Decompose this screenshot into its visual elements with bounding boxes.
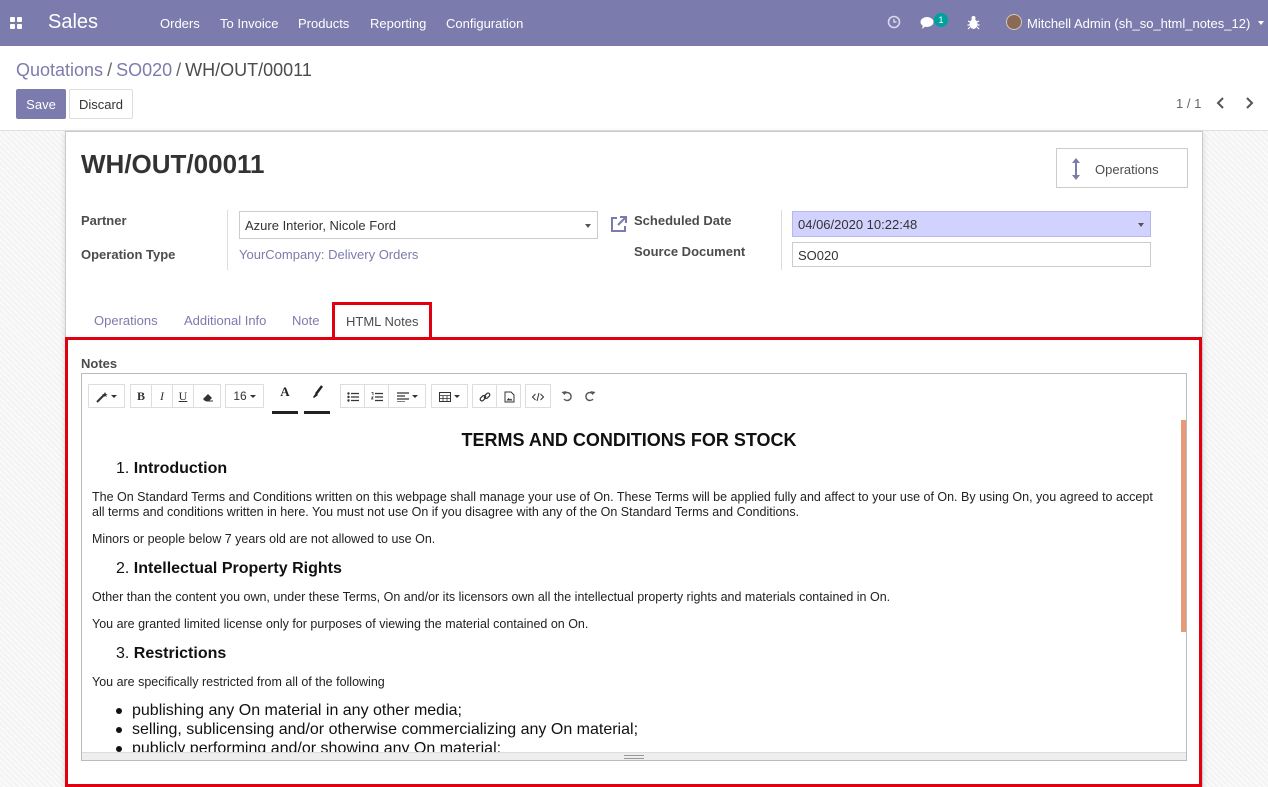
section-number: 1. (116, 460, 130, 477)
editor-toolbar: B I U 16 A (82, 374, 1186, 419)
tab-html-notes[interactable]: HTML Notes (332, 302, 432, 340)
tab-note[interactable]: Note (292, 313, 319, 328)
menu-configuration[interactable]: Configuration (446, 16, 523, 31)
notes-label: Notes (81, 356, 118, 371)
code-view-icon[interactable] (525, 384, 551, 408)
operation-type-link[interactable]: YourCompany: Delivery Orders (239, 247, 418, 262)
style-dropdown[interactable] (88, 384, 125, 408)
paragraph: Other than the content you own, under th… (92, 590, 891, 604)
top-navbar: Sales Orders To Invoice Products Reporti… (0, 0, 1268, 46)
breadcrumb-separator: / (107, 60, 113, 80)
document-heading: TERMS AND CONDITIONS FOR STOCK (461, 430, 797, 450)
operations-smart-button[interactable]: Operations (1056, 148, 1188, 188)
undo-icon[interactable] (561, 390, 573, 402)
section-heading: 3. Restrictions (116, 645, 226, 663)
html-notes-editor[interactable]: B I U 16 A TERMS AND CONDITIONS FOR STOC… (81, 373, 1187, 761)
partner-field[interactable]: Azure Interior, Nicole Ford (239, 211, 598, 239)
underline-icon[interactable]: U (173, 385, 194, 407)
pager-value[interactable]: 1 / 1 (1176, 96, 1201, 111)
list-item-text: publishing any On material in any other … (132, 702, 462, 719)
tab-html-notes-label: HTML Notes (346, 314, 419, 329)
grip-icon (624, 755, 644, 759)
image-icon[interactable] (497, 385, 521, 407)
table-icon[interactable] (431, 384, 468, 408)
font-style-group: B I U (130, 384, 221, 408)
bullet-icon (116, 708, 122, 714)
italic-icon[interactable]: I (152, 385, 173, 407)
source-document-label: Source Document (634, 244, 746, 259)
breadcrumb-so020[interactable]: SO020 (116, 60, 172, 80)
unordered-list-icon[interactable] (341, 385, 365, 407)
arrows-vertical-icon (1072, 158, 1080, 180)
breadcrumb-quotations[interactable]: Quotations (16, 60, 103, 80)
font-size-dropdown[interactable]: 16 (225, 384, 264, 408)
section-heading: 1. Introduction (116, 460, 227, 478)
clock-activity-icon[interactable] (887, 15, 901, 29)
editor-resize-handle[interactable] (82, 752, 1186, 760)
list-item-text: selling, sublicensing and/or otherwise c… (132, 721, 639, 738)
menu-products[interactable]: Products (298, 16, 349, 31)
redo-icon[interactable] (584, 390, 596, 402)
external-link-icon[interactable] (609, 214, 629, 234)
record-title: WH/OUT/00011 (81, 149, 265, 179)
section-heading: 2. Intellectual Property Rights (116, 560, 342, 578)
pager-previous-icon[interactable] (1216, 97, 1226, 109)
dropdown-caret-icon[interactable] (585, 224, 591, 228)
ordered-list-icon[interactable] (365, 385, 389, 407)
bold-icon[interactable]: B (131, 385, 152, 407)
user-menu-caret-icon[interactable] (1258, 21, 1264, 25)
discard-button[interactable]: Discard (69, 89, 133, 119)
paragraph: You are specifically restricted from all… (92, 675, 385, 689)
user-menu[interactable]: Mitchell Admin (sh_so_html_notes_12) (1027, 16, 1250, 31)
paragraph: The On Standard Terms and Conditions wri… (92, 490, 1153, 519)
menu-reporting[interactable]: Reporting (370, 16, 426, 31)
breadcrumb: Quotations / SO020/WH/OUT/00011 (16, 60, 312, 81)
user-avatar[interactable] (1006, 14, 1022, 30)
save-button[interactable]: Save (16, 89, 66, 119)
paragraph-group (340, 384, 426, 408)
breadcrumb-current: WH/OUT/00011 (185, 60, 312, 80)
editor-scrollbar[interactable] (1181, 420, 1186, 632)
list-item: selling, sublicensing and/or otherwise c… (116, 721, 639, 739)
pager-next-icon[interactable] (1244, 97, 1254, 109)
bullet-icon (116, 727, 122, 733)
menu-to-invoice[interactable]: To Invoice (220, 16, 279, 31)
section-number: 2. (116, 560, 130, 577)
section-title: Intellectual Property Rights (133, 560, 342, 577)
tab-operations[interactable]: Operations (94, 313, 158, 328)
app-title: Sales (48, 11, 99, 33)
scheduled-date-label: Scheduled Date (634, 213, 732, 228)
paint-brush-icon[interactable] (304, 380, 330, 414)
font-size-value: 16 (233, 389, 247, 403)
partner-value: Azure Interior, Nicole Ford (245, 218, 397, 233)
section-number: 3. (116, 645, 130, 662)
paragraph: You are granted limited license only for… (92, 617, 589, 631)
apps-menu-icon[interactable] (10, 17, 22, 29)
operations-button-label: Operations (1095, 162, 1159, 177)
label-separator (781, 210, 782, 270)
list-item: publishing any On material in any other … (116, 702, 462, 720)
paragraph: Minors or people below 7 years old are n… (92, 532, 436, 546)
source-document-value: SO020 (798, 248, 839, 263)
link-icon[interactable] (473, 385, 497, 407)
breadcrumb-separator: / (176, 60, 182, 80)
section-title: Restrictions (133, 645, 227, 662)
eraser-icon[interactable] (194, 385, 221, 407)
magic-wand-icon (96, 391, 108, 403)
label-separator (227, 210, 228, 270)
dropdown-caret-icon[interactable] (1138, 223, 1144, 227)
messages-count-badge: 1 (934, 13, 948, 27)
operation-type-label: Operation Type (81, 247, 176, 262)
insert-group (472, 384, 521, 408)
align-icon[interactable] (389, 385, 426, 407)
source-document-field[interactable]: SO020 (792, 242, 1151, 267)
partner-label: Partner (81, 213, 127, 228)
scheduled-date-field[interactable]: 04/06/2020 10:22:48 (792, 211, 1151, 237)
scheduled-date-value: 04/06/2020 10:22:48 (798, 217, 918, 232)
section-title: Introduction (133, 460, 228, 477)
menu-orders[interactable]: Orders (160, 16, 200, 31)
tab-additional-info[interactable]: Additional Info (184, 313, 266, 328)
debug-bug-icon[interactable] (967, 15, 980, 30)
font-color-icon[interactable]: A (272, 380, 298, 414)
